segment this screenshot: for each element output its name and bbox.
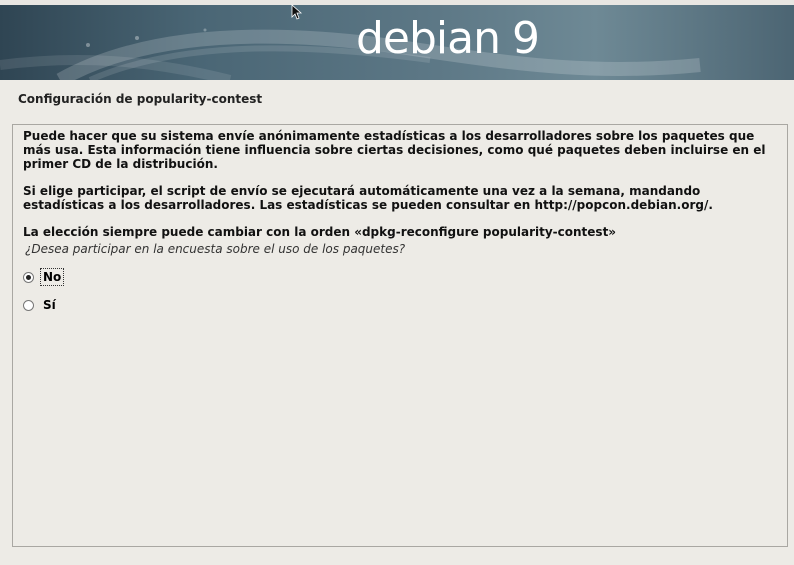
radio-checked-icon[interactable] [23,271,34,283]
option-no[interactable]: No [23,268,779,286]
description-paragraph: La elección siempre puede cambiar con la… [23,225,617,239]
mouse-pointer-icon [291,4,303,20]
panel-content: Puede hacer que su sistema envíe anónima… [23,129,779,324]
option-label[interactable]: No [40,268,65,286]
description-paragraph: Si elige participar, el script de envío … [23,184,713,212]
logo-version: 9 [512,13,540,64]
installer-screen: debian 9 Configuración de popularity-cont… [0,0,794,565]
content-panel: Puede hacer que su sistema envíe anónima… [12,124,788,547]
option-si[interactable]: Sí [23,296,779,314]
description-paragraph: Puede hacer que su sistema envíe anónima… [23,129,766,171]
radio-unchecked-icon[interactable] [23,299,34,311]
logo-word: debian [355,13,501,64]
debian-logo: debian 9 [356,17,540,61]
option-label[interactable]: Sí [40,296,59,314]
debian-banner: debian 9 [0,5,794,80]
page-title: Configuración de popularity-contest [18,92,263,106]
question-prompt: ¿Desea participar en la encuesta sobre e… [25,242,406,256]
